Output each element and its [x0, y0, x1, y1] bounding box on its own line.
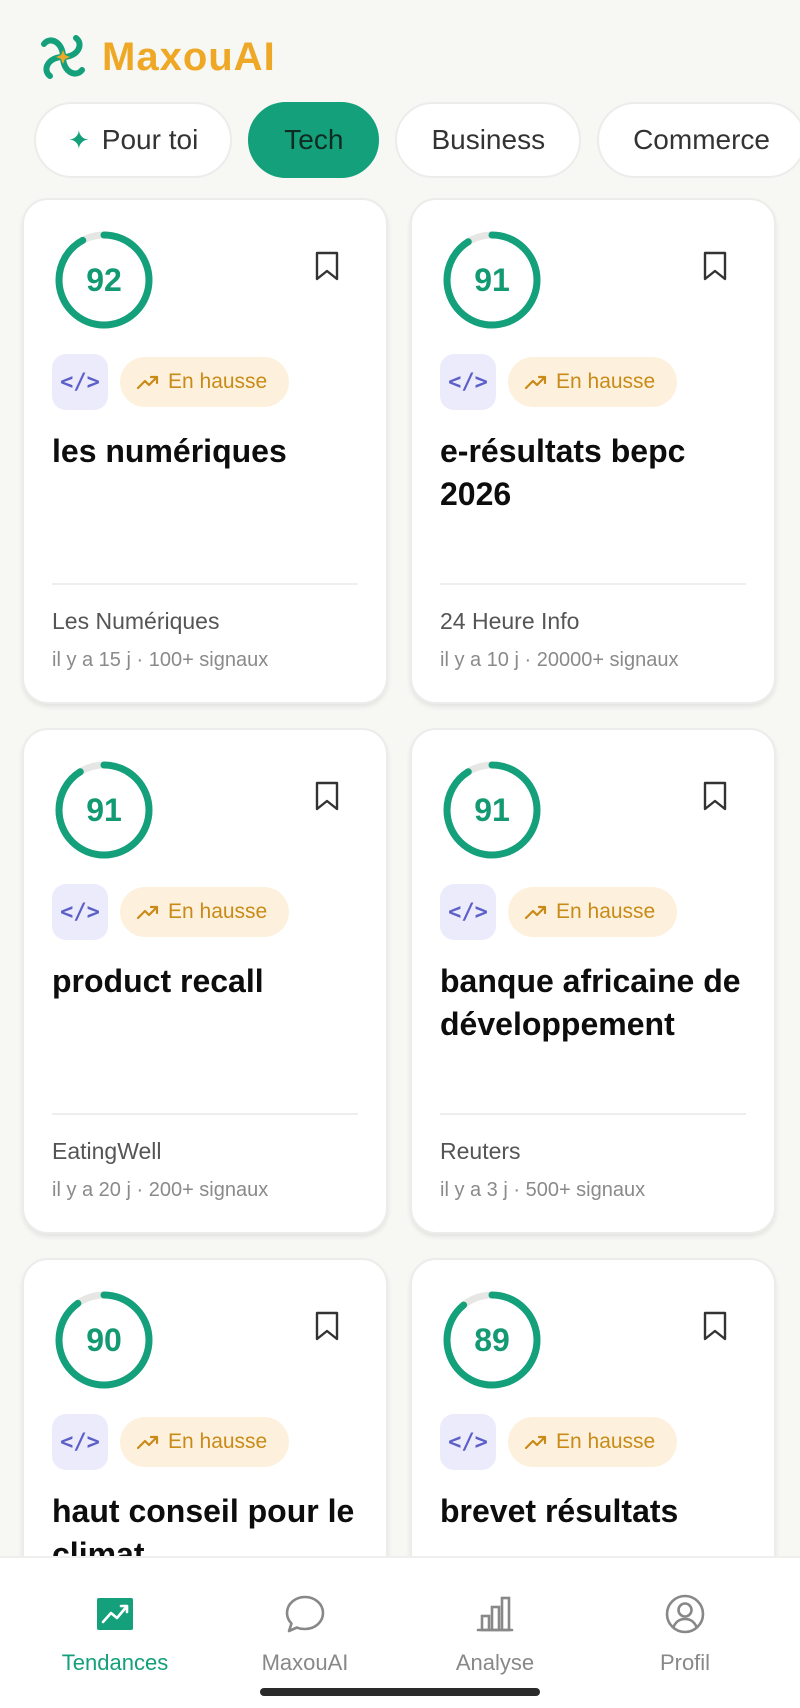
score-ring: 91: [440, 758, 544, 862]
code-icon: </>: [440, 1414, 496, 1470]
trend-label: En hausse: [556, 370, 656, 393]
nav-label: Profil: [659, 1650, 711, 1675]
trend-card[interactable]: 91 </> En hausse e-résultats bepc 2026 2…: [410, 198, 776, 704]
card-source: Reuters: [440, 1138, 521, 1164]
category-tabs: ✦ Pour toi Tech Business Commerce: [34, 102, 800, 178]
bookmark-icon[interactable]: [702, 780, 728, 812]
tab-label: Business: [431, 124, 546, 155]
sparkle-icon: ✦: [68, 124, 90, 155]
trend-cards-grid: 92 </> En hausse les numériques Les Numé…: [22, 198, 778, 1708]
card-source: EatingWell: [52, 1138, 162, 1164]
tab-label: Pour toi: [101, 124, 199, 155]
bookmark-icon[interactable]: [314, 250, 340, 282]
card-source: 24 Heure Info: [440, 608, 580, 634]
card-meta: il y a 15 j · 100+ signaux: [52, 649, 269, 671]
card-badges: </> En hausse: [440, 1414, 678, 1470]
brand-name: MaxouAI: [102, 34, 276, 79]
score-value: 91: [474, 791, 510, 828]
nav-label: MaxouAI: [261, 1650, 349, 1675]
card-badges: </> En hausse: [440, 884, 678, 940]
trend-badge: En hausse: [120, 357, 290, 407]
trend-badge: En hausse: [508, 887, 678, 937]
tab-commerce[interactable]: Commerce: [597, 102, 800, 178]
score-value: 91: [86, 791, 122, 828]
code-icon: </>: [52, 354, 108, 410]
trend-card[interactable]: 91 </> En hausse banque africaine de dév…: [410, 728, 776, 1234]
card-divider: [440, 583, 746, 585]
nav-label: Tendances: [61, 1650, 169, 1675]
card-meta: il y a 10 j · 20000+ signaux: [440, 649, 679, 671]
card-divider: [52, 583, 358, 585]
card-title: banque africaine de développement: [440, 963, 741, 1042]
card-title: e-résultats bepc 2026: [440, 433, 686, 512]
trending-up-icon: [524, 905, 547, 920]
trend-badge: En hausse: [508, 357, 678, 407]
score-value: 89: [474, 1321, 510, 1358]
trend-badge: En hausse: [120, 887, 290, 937]
trend-card[interactable]: 92 </> En hausse les numériques Les Numé…: [22, 198, 388, 704]
bar-chart-icon: [476, 1596, 514, 1632]
user-circle-icon: [665, 1594, 705, 1634]
card-badges: </> En hausse: [52, 1414, 290, 1470]
code-icon: </>: [52, 884, 108, 940]
card-badges: </> En hausse: [440, 354, 678, 410]
card-divider: [52, 1113, 358, 1115]
home-indicator: [260, 1688, 540, 1696]
bottom-navigation: Tendances MaxouAI Analyse Profil: [0, 1556, 800, 1708]
trend-label: En hausse: [168, 900, 268, 923]
maxouai-logo-icon: [41, 35, 85, 79]
bookmark-icon[interactable]: [314, 780, 340, 812]
card-title: les numériques: [52, 433, 287, 469]
code-icon: </>: [440, 884, 496, 940]
trend-badge: En hausse: [508, 1417, 678, 1467]
trend-card[interactable]: 91 </> En hausse product recall EatingWe…: [22, 728, 388, 1234]
score-value: 92: [86, 261, 122, 298]
trend-label: En hausse: [556, 900, 656, 923]
chat-bubble-icon: [285, 1595, 325, 1633]
nav-analyse[interactable]: Analyse: [415, 1558, 575, 1708]
trending-chart-icon: [97, 1598, 133, 1630]
card-title: product recall: [52, 963, 264, 999]
bookmark-icon[interactable]: [314, 1310, 340, 1342]
tab-pour-toi[interactable]: ✦ Pour toi: [34, 102, 233, 178]
trending-up-icon: [524, 375, 547, 390]
trending-up-icon: [136, 905, 159, 920]
trend-label: En hausse: [556, 1430, 656, 1453]
card-divider: [440, 1113, 746, 1115]
trending-up-icon: [136, 1435, 159, 1450]
nav-profil[interactable]: Profil: [605, 1558, 765, 1708]
code-icon: </>: [440, 354, 496, 410]
nav-tendances[interactable]: Tendances: [35, 1558, 195, 1708]
card-meta: il y a 3 j · 500+ signaux: [440, 1179, 646, 1201]
score-ring: 92: [52, 228, 156, 332]
card-badges: </> En hausse: [52, 884, 290, 940]
score-ring: 90: [52, 1288, 156, 1392]
tab-business[interactable]: Business: [395, 102, 582, 178]
bookmark-icon[interactable]: [702, 1310, 728, 1342]
trend-badge: En hausse: [120, 1417, 290, 1467]
nav-label: Analyse: [455, 1650, 535, 1675]
tab-tech[interactable]: Tech: [248, 102, 380, 178]
tab-label: Commerce: [633, 124, 770, 155]
tab-label: Tech: [284, 124, 344, 155]
score-value: 91: [474, 261, 510, 298]
score-value: 90: [86, 1321, 122, 1358]
score-ring: 91: [52, 758, 156, 862]
nav-maxouai[interactable]: MaxouAI: [225, 1558, 385, 1708]
score-ring: 89: [440, 1288, 544, 1392]
card-meta: il y a 20 j · 200+ signaux: [52, 1179, 269, 1201]
trending-up-icon: [136, 375, 159, 390]
code-icon: </>: [52, 1414, 108, 1470]
card-source: Les Numériques: [52, 608, 220, 634]
card-title: brevet résultats: [440, 1493, 679, 1529]
trending-up-icon: [524, 1435, 547, 1450]
app-header: MaxouAI: [34, 26, 276, 88]
card-badges: </> En hausse: [52, 354, 290, 410]
bookmark-icon[interactable]: [702, 250, 728, 282]
trend-label: En hausse: [168, 1430, 268, 1453]
score-ring: 91: [440, 228, 544, 332]
trend-label: En hausse: [168, 370, 268, 393]
